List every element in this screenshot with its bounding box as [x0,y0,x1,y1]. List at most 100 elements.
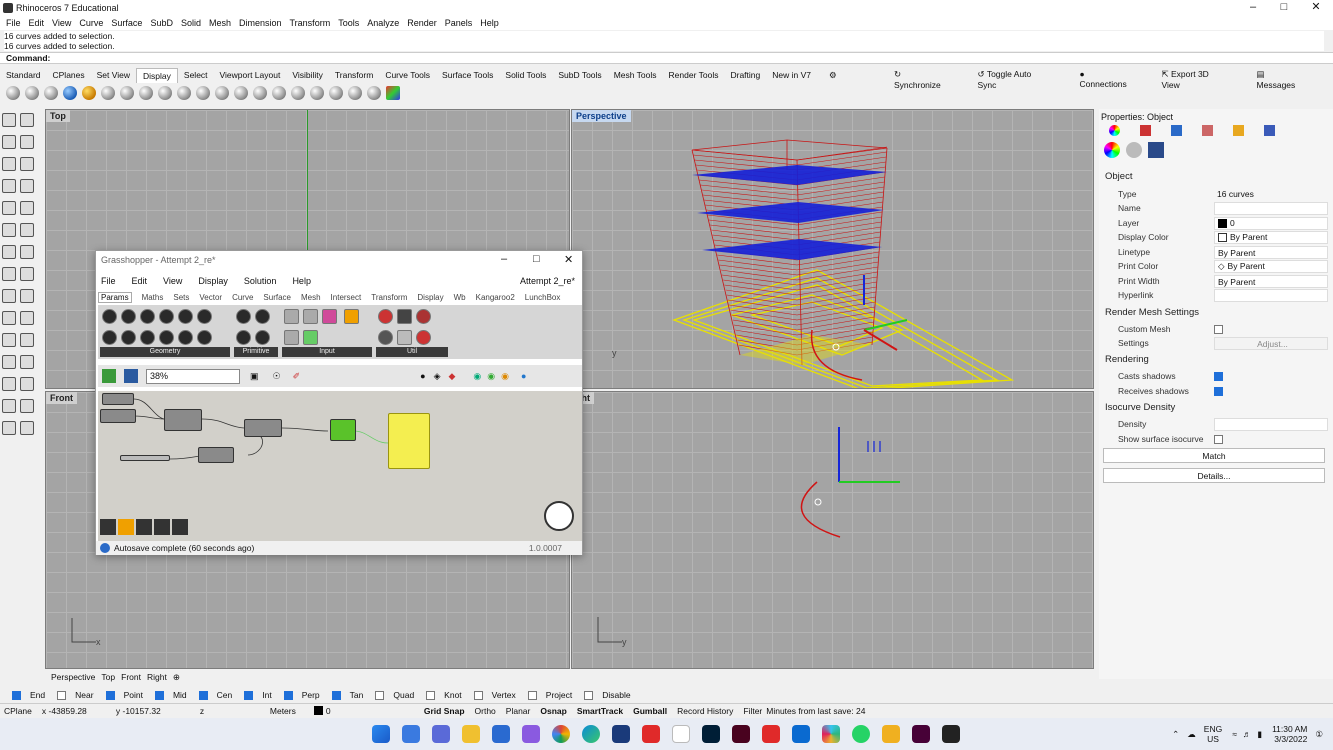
osnap-end[interactable]: End [6,690,45,700]
array-icon[interactable] [2,377,16,391]
clipping-icon[interactable] [310,86,324,100]
viewport-label-top[interactable]: Top [46,110,70,122]
synchronize-button[interactable]: ↻ Synchronize [894,69,963,90]
edge-icon[interactable] [582,725,600,743]
target-icon[interactable] [291,86,305,100]
polygon-icon[interactable] [2,179,16,193]
color-grid-icon[interactable] [386,86,400,100]
tab-cplanes[interactable]: CPlanes [47,68,91,82]
technical-icon[interactable] [101,86,115,100]
xray-icon[interactable] [82,86,96,100]
gh-widget-icon[interactable] [100,519,116,535]
gh-brep-param-icon[interactable] [159,309,174,324]
record-history-toggle[interactable]: Record History [677,706,733,716]
curve-icon[interactable] [20,135,34,149]
gh-widget-icon[interactable] [154,519,170,535]
join-icon[interactable] [20,399,34,413]
gh-panel-icon[interactable] [284,309,299,324]
tab-surface-tools[interactable]: Surface Tools [436,68,499,82]
volume-icon[interactable]: ♬ [1243,729,1252,739]
screen-icon[interactable] [329,86,343,100]
casts-shadows-checkbox[interactable] [1214,371,1223,381]
xd-icon[interactable] [912,725,930,743]
gh-menu-edit[interactable]: Edit [132,276,148,286]
scale-icon[interactable] [2,355,16,369]
whatsapp-icon[interactable] [852,725,870,743]
measure-icon[interactable] [20,421,34,435]
osnap-cen[interactable]: Cen [193,690,232,700]
ortho-toggle[interactable]: Ortho [475,706,496,716]
gh-preview-component[interactable] [330,419,356,441]
gh-close-button[interactable]: ✕ [564,253,573,266]
tab-new-in-v7[interactable]: New in V7 [766,68,817,82]
file-explorer-icon[interactable] [462,725,480,743]
gh-tab-intersect[interactable]: Intersect [331,293,362,302]
smarttrack-toggle[interactable]: SmartTrack [577,706,623,716]
maximize-button[interactable]: □ [1268,0,1300,16]
gh-toggle-icon[interactable] [303,309,318,324]
osnap-int[interactable]: Int [238,690,272,700]
gh-canvas[interactable] [98,391,582,541]
osnap-checkbox[interactable] [57,690,67,700]
edge-softening-icon[interactable] [1148,142,1164,158]
gh-tab-mesh[interactable]: Mesh [301,293,321,302]
osnap-quad[interactable]: Quad [369,690,414,700]
bake-icon[interactable]: ◉ [473,371,481,382]
preview-shaded-icon[interactable]: ● [420,371,425,381]
tab-subd-tools[interactable]: SubD Tools [552,68,607,82]
zoom-extents-icon[interactable]: ▣ [250,371,259,382]
arc-icon[interactable] [2,201,16,215]
menu-surface[interactable]: Surface [111,18,142,28]
battery-icon[interactable]: ▮ [1257,729,1262,740]
gh-tab-kangaroo2[interactable]: Kangaroo2 [476,293,515,302]
tab-standard[interactable]: Standard [0,68,47,82]
match-button[interactable]: Match [1103,448,1325,463]
cloud-icon[interactable]: ☁ [1187,729,1196,740]
gh-tab-vector[interactable]: Vector [199,293,222,302]
osnap-checkbox[interactable] [154,690,164,700]
tab-transform[interactable]: Transform [329,68,379,82]
gh-curve-param-icon[interactable] [140,309,155,324]
tab-drafting[interactable]: Drafting [724,68,766,82]
viewport-tab-right[interactable]: Right [147,672,167,682]
gh-tab-params[interactable]: Params [98,291,132,303]
r-app-icon[interactable] [612,725,630,743]
gh-geometry-icon[interactable] [102,309,117,324]
menu-mesh[interactable]: Mesh [209,18,231,28]
prop-value-hyperlink[interactable] [1214,288,1328,302]
analyze-icon[interactable] [2,421,16,435]
gh-menu-view[interactable]: View [163,276,182,286]
monochrome-icon[interactable] [196,86,210,100]
gh-gradient-icon[interactable] [322,309,337,324]
osnap-checkbox[interactable] [473,690,483,700]
osnap-checkbox[interactable] [331,690,341,700]
clock[interactable]: 11:30 AM 3/3/2022 [1272,724,1307,744]
curve-piping-icon[interactable] [1126,142,1142,158]
menu-edit[interactable]: Edit [29,18,45,28]
text-icon[interactable] [20,311,34,325]
polyline-icon[interactable] [2,135,16,149]
gh-panel[interactable] [388,413,430,469]
osnap-checkbox[interactable] [244,690,254,700]
ellipse-icon[interactable] [20,157,34,171]
osnap-checkbox[interactable] [12,690,21,700]
lamp-icon[interactable] [253,86,267,100]
circle-icon[interactable] [2,157,16,171]
osnap-checkbox[interactable] [426,690,436,700]
viewport-tab-perspective[interactable]: Perspective [51,672,95,682]
mirror-icon[interactable] [20,355,34,369]
menu-curve[interactable]: Curve [79,18,103,28]
box-icon[interactable] [2,245,16,259]
surface-icon[interactable] [2,223,16,237]
menu-transform[interactable]: Transform [290,18,331,28]
displacement-tab-icon[interactable] [1264,125,1275,136]
notification-icon[interactable]: ① [1315,729,1323,740]
tab-display[interactable]: Display [136,67,178,83]
widgets-icon[interactable] [402,725,420,743]
rectangle-icon[interactable] [20,179,34,193]
gh-menu-display[interactable]: Display [198,276,228,286]
gh-number-param-icon[interactable] [236,330,251,345]
osnap-tan[interactable]: Tan [326,690,363,700]
camera-icon[interactable] [234,86,248,100]
object-color-icon[interactable] [1104,142,1120,158]
